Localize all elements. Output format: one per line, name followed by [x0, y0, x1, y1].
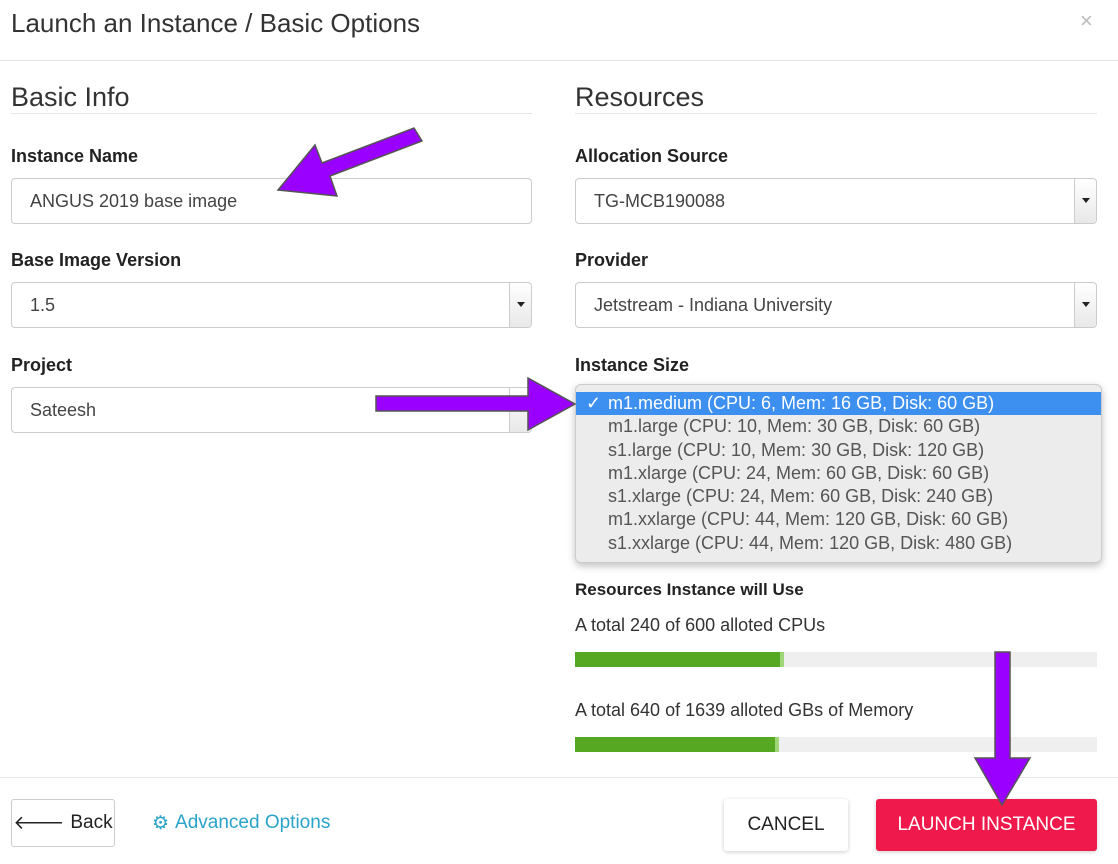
- base-image-version-select[interactable]: 1.5: [11, 282, 532, 328]
- back-label: Back: [70, 812, 113, 833]
- option-label: m1.xlarge (CPU: 24, Mem: 60 GB, Disk: 60…: [608, 462, 990, 483]
- footer-divider: [0, 777, 1118, 778]
- instance-size-option[interactable]: m1.xlarge (CPU: 24, Mem: 60 GB, Disk: 60…: [576, 462, 1101, 485]
- select-value: Jetstream - Indiana University: [594, 295, 833, 315]
- instance-size-option[interactable]: m1.large (CPU: 10, Mem: 30 GB, Disk: 60 …: [576, 415, 1101, 438]
- instance-size-option[interactable]: m1.xxlarge (CPU: 44, Mem: 120 GB, Disk: …: [576, 508, 1101, 531]
- close-icon[interactable]: ×: [1080, 8, 1093, 34]
- cancel-button[interactable]: CANCEL: [724, 799, 848, 851]
- option-label: m1.large (CPU: 10, Mem: 30 GB, Disk: 60 …: [608, 416, 981, 437]
- back-button[interactable]: 🡐 Back: [11, 799, 115, 847]
- resources-heading: Resources: [575, 82, 705, 112]
- chevron-down-icon[interactable]: [1074, 179, 1096, 223]
- project-label: Project: [11, 355, 73, 375]
- select-value: 1.5: [30, 295, 56, 315]
- option-label: s1.xxlarge (CPU: 44, Mem: 120 GB, Disk: …: [608, 532, 1013, 553]
- instance-size-option[interactable]: s1.large (CPU: 10, Mem: 30 GB, Disk: 120…: [576, 439, 1101, 462]
- instance-size-option[interactable]: s1.xlarge (CPU: 24, Mem: 60 GB, Disk: 24…: [576, 485, 1101, 508]
- instance-size-label: Instance Size: [575, 355, 690, 375]
- project-select[interactable]: Sateesh: [11, 387, 532, 433]
- advanced-options-link[interactable]: ⚙ Advanced Options: [152, 800, 330, 846]
- memory-progress-fill: [575, 737, 779, 752]
- instance-name-input[interactable]: ANGUS 2019 base image: [11, 178, 532, 224]
- arrow-annotation: [973, 651, 1032, 807]
- usage-heading: Resources Instance will Use: [575, 580, 804, 599]
- option-label: m1.medium (CPU: 6, Mem: 16 GB, Disk: 60 …: [608, 393, 995, 413]
- provider-label: Provider: [575, 250, 649, 270]
- divider: [11, 113, 532, 114]
- option-label: s1.xlarge (CPU: 24, Mem: 60 GB, Disk: 24…: [608, 486, 994, 507]
- gear-icon: ⚙: [152, 812, 170, 834]
- provider-select[interactable]: Jetstream - Indiana University: [575, 282, 1097, 328]
- allocation-source-select[interactable]: TG-MCB190088: [575, 178, 1097, 224]
- option-label: m1.xxlarge (CPU: 44, Mem: 120 GB, Disk: …: [608, 509, 1009, 530]
- allocation-source-label: Allocation Source: [575, 146, 729, 166]
- header-divider: [0, 60, 1118, 61]
- cpu-usage-text: A total 240 of 600 alloted CPUs: [575, 615, 826, 635]
- memory-progress-bar: [575, 737, 1097, 752]
- divider: [575, 113, 1097, 114]
- instance-size-option[interactable]: ✓ m1.medium (CPU: 6, Mem: 16 GB, Disk: 60…: [576, 392, 1101, 416]
- dialog-title: Launch an Instance / Basic Options: [11, 8, 421, 38]
- instance-name-label: Instance Name: [11, 146, 139, 166]
- cpu-progress-fill: [575, 652, 784, 667]
- launch-instance-button[interactable]: LAUNCH INSTANCE: [876, 799, 1097, 851]
- cpu-progress-bar: [575, 652, 1097, 667]
- select-value: TG-MCB190088: [594, 191, 726, 211]
- chevron-down-icon[interactable]: [509, 388, 531, 432]
- advanced-options-label: Advanced Options: [175, 812, 331, 833]
- memory-usage-text: A total 640 of 1639 alloted GBs of Memor…: [575, 700, 914, 720]
- arrow-left-icon: 🡐: [13, 813, 65, 834]
- check-icon: ✓: [586, 393, 602, 413]
- base-image-version-label: Base Image Version: [11, 250, 182, 270]
- instance-size-dropdown[interactable]: ✓ m1.medium (CPU: 6, Mem: 16 GB, Disk: 60…: [575, 384, 1102, 563]
- basic-info-heading: Basic Info: [11, 82, 130, 112]
- chevron-down-icon[interactable]: [509, 283, 531, 327]
- chevron-down-icon[interactable]: [1074, 283, 1096, 327]
- option-label: s1.large (CPU: 10, Mem: 30 GB, Disk: 120…: [608, 439, 985, 460]
- instance-size-option[interactable]: s1.xxlarge (CPU: 44, Mem: 120 GB, Disk: …: [576, 532, 1101, 555]
- select-value: Sateesh: [30, 400, 97, 420]
